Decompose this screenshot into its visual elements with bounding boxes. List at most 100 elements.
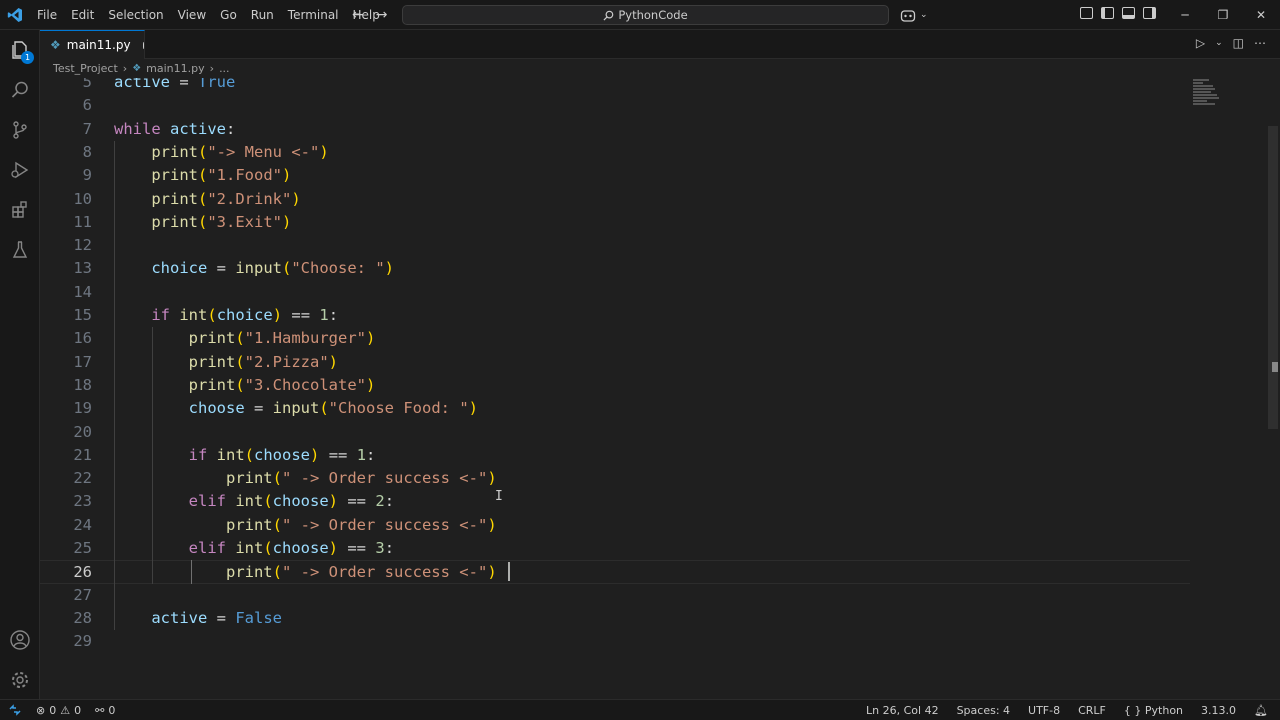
copilot-button[interactable]: ⌄ [900, 6, 928, 24]
gear-icon [12, 672, 28, 688]
maximize-icon[interactable]: ❐ [1204, 0, 1242, 30]
code-editor[interactable]: 5 active = True 6 7 while active: 8 print("->… [40, 78, 1280, 699]
code-line[interactable]: 20 [40, 421, 1190, 444]
text-caret [507, 562, 510, 582]
code-text: print("1.Food") [151, 166, 292, 185]
error-icon: ⊗ [36, 703, 46, 717]
title-bar: File Edit Selection View Go Run Terminal… [0, 0, 1280, 30]
code-line[interactable]: 17 print("2.Pizza") [40, 351, 1190, 374]
minimap[interactable] [1193, 79, 1223, 115]
code-line[interactable]: 26 print(" -> Order success <-") [40, 560, 1190, 584]
customize-layout-icon[interactable] [1080, 7, 1093, 19]
language-mode[interactable]: { } Python [1124, 704, 1183, 717]
code-line[interactable]: 11 print("3.Exit") [40, 211, 1190, 234]
menu-edit[interactable]: Edit [64, 0, 101, 30]
explorer-badge: 1 [21, 51, 34, 64]
code-line[interactable]: 14 [40, 281, 1190, 304]
menu-selection[interactable]: Selection [101, 0, 170, 30]
line-number: 15 [73, 306, 92, 324]
vertical-scrollbar[interactable] [1268, 126, 1278, 429]
source-control-icon [13, 121, 27, 139]
source-control-button[interactable] [0, 110, 40, 150]
line-number: 17 [73, 352, 92, 371]
end-of-line[interactable]: CRLF [1078, 704, 1106, 717]
command-center-search[interactable]: PythonCode [402, 5, 889, 25]
toggle-panel-icon[interactable] [1122, 7, 1135, 19]
menu-view[interactable]: View [171, 0, 213, 30]
code-line[interactable]: 25 elif int(choose) == 3: [40, 537, 1190, 560]
menu-terminal[interactable]: Terminal [281, 0, 346, 30]
encoding[interactable]: UTF-8 [1028, 704, 1060, 717]
explorer-button[interactable]: 1 [0, 30, 40, 70]
line-number: 18 [73, 375, 92, 394]
menu-run[interactable]: Run [244, 0, 281, 30]
status-bar: ⊗ 0 ⚠ 0 ⚯ 0 Ln 26, Col 42 Spaces: 4 UTF-… [0, 699, 1280, 720]
line-number: 22 [73, 469, 92, 488]
more-actions-icon[interactable]: ⋯ [1254, 36, 1266, 50]
toggle-secondary-sidebar-icon[interactable] [1143, 7, 1156, 19]
code-line[interactable]: 8 print("-> Menu <-") [40, 141, 1190, 164]
code-line[interactable]: 19 choose = input("Choose Food: ") [40, 397, 1190, 420]
code-line[interactable]: 7 while active: [40, 118, 1190, 141]
indentation[interactable]: Spaces: 4 [957, 704, 1010, 717]
cursor-position[interactable]: Ln 26, Col 42 [866, 704, 939, 717]
menu-file[interactable]: File [30, 0, 64, 30]
close-icon[interactable]: ✕ [1242, 0, 1280, 30]
testing-button[interactable] [0, 230, 40, 270]
run-debug-icon [11, 161, 29, 179]
code-line[interactable]: 28 active = False [40, 607, 1190, 630]
python-interpreter[interactable]: 3.13.0 [1201, 704, 1236, 717]
code-text: print(" -> Order success <-") [225, 563, 497, 582]
manage-button[interactable] [0, 660, 40, 700]
breadcrumb-folder[interactable]: Test_Project [53, 62, 118, 75]
scrollbar-cursor-marker [1272, 362, 1278, 372]
code-line[interactable]: 29 [40, 630, 1190, 653]
text-cursor-icon: I [495, 489, 503, 504]
code-line[interactable]: 16 print("1.Hamburger") [40, 327, 1190, 350]
problems-indicator[interactable]: ⊗ 0 ⚠ 0 ⚯ 0 [36, 700, 115, 720]
indent-guide [190, 560, 192, 584]
command-center-label: PythonCode [618, 8, 688, 22]
code-line[interactable]: 18 print("3.Chocolate") [40, 374, 1190, 397]
code-line[interactable]: 24 print(" -> Order success <-") [40, 514, 1190, 537]
status-bar-right: Ln 26, Col 42 Spaces: 4 UTF-8 CRLF { } P… [866, 700, 1268, 720]
code-line[interactable]: 6 [40, 94, 1190, 117]
code-line[interactable]: 10 print("2.Drink") [40, 188, 1190, 211]
code-line[interactable]: 22 print(" -> Order success <-") [40, 467, 1190, 490]
code-line[interactable]: 9 print("1.Food") [40, 164, 1190, 187]
run-debug-button[interactable] [0, 150, 40, 190]
forward-arrow-icon[interactable]: → [376, 7, 388, 23]
toggle-primary-sidebar-icon[interactable] [1101, 7, 1114, 19]
indent-guide [152, 327, 154, 584]
code-line[interactable]: 21 if int(choose) == 1: [40, 444, 1190, 467]
minimize-icon[interactable]: ─ [1166, 0, 1204, 30]
error-count: 0 [49, 703, 57, 717]
search-view-button[interactable] [0, 70, 40, 110]
extensions-button[interactable] [0, 190, 40, 230]
code-line[interactable]: 12 [40, 234, 1190, 257]
account-icon [10, 630, 30, 650]
code-line[interactable]: 27 [40, 584, 1190, 607]
menu-go[interactable]: Go [213, 0, 244, 30]
chevron-down-icon[interactable]: ⌄ [1215, 38, 1223, 48]
code-line[interactable]: 13 choice = input("Choose: ") [40, 257, 1190, 280]
line-number: 28 [73, 608, 92, 627]
breadcrumb-symbols[interactable]: ... [219, 62, 230, 75]
run-python-file-icon[interactable]: ▷ [1196, 36, 1205, 50]
code-line[interactable]: 23 elif int(choose) == 2: [40, 490, 1190, 513]
back-arrow-icon[interactable]: ← [352, 7, 364, 23]
accounts-button[interactable] [0, 620, 40, 660]
unsaved-dot-icon[interactable] [142, 41, 144, 49]
breadcrumb-file[interactable]: main11.py [146, 62, 204, 75]
code-text: active = False [151, 608, 282, 627]
code-line[interactable]: 5 active = True [40, 78, 1190, 94]
braces-icon: { } [1123, 703, 1145, 717]
notifications-bell-icon[interactable]: 🔔︎ [1254, 704, 1268, 717]
line-number: 25 [73, 539, 92, 557]
code-text: if int(choice) == 1: [151, 306, 339, 324]
code-line[interactable]: 15 if int(choice) == 1: [40, 304, 1190, 327]
tab-main11-py[interactable]: ❖ main11.py [40, 30, 145, 59]
remote-indicator[interactable] [0, 700, 30, 720]
split-editor-icon[interactable]: ◫ [1233, 36, 1244, 50]
line-number: 6 [82, 96, 92, 115]
